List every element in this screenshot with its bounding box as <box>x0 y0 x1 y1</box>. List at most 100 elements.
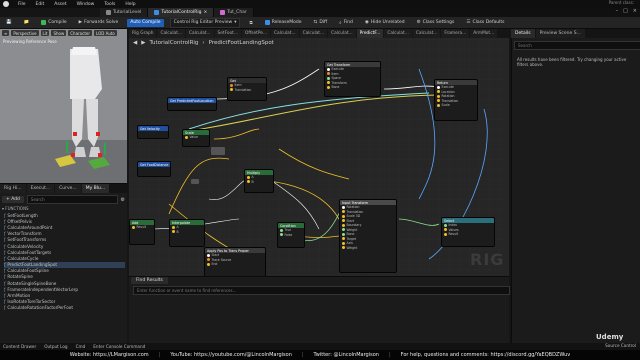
breadcrumb-current: PredictFootLandingSpot <box>208 40 274 46</box>
tab-graph[interactable]: Calculat... <box>384 29 412 38</box>
tab-curve-container[interactable]: Curve... <box>55 184 81 193</box>
graph-node[interactable]: Select Index Values Result <box>441 217 495 247</box>
graph-node[interactable]: Get FootDistance <box>137 161 171 177</box>
graph-node[interactable]: Multiply A B <box>244 169 274 193</box>
breadcrumb-root[interactable]: TutorialControlRig <box>149 40 198 46</box>
add-button[interactable]: + Add <box>2 196 24 203</box>
footer-website: Website: https://LMargison.com <box>69 352 149 358</box>
content-drawer-button[interactable]: Content Drawer <box>3 344 36 349</box>
menu-window[interactable]: Window <box>77 2 95 7</box>
tab-my-blueprint[interactable]: My Blu... <box>81 184 110 193</box>
compile-button[interactable]: Compile <box>38 19 69 27</box>
tab-graph[interactable]: Calculat... <box>412 29 441 38</box>
eye-icon: ◉ <box>364 20 369 25</box>
tab-execution-stack[interactable]: Execut... <box>26 184 55 193</box>
reroute-node[interactable] <box>211 147 225 155</box>
details-search-input[interactable]: Search <box>514 41 640 50</box>
graph-node[interactable]: Add Result <box>129 219 155 245</box>
parent-class-label: Parent class: <box>608 0 634 5</box>
gear-icon[interactable]: ⚙ <box>121 197 125 203</box>
preview-dropdown[interactable]: Control Rig Editor Preview ▾ <box>169 17 241 28</box>
node-header: Get Velocity <box>138 126 168 131</box>
reroute-node[interactable] <box>191 179 199 184</box>
preview-viewport[interactable] <box>0 29 127 183</box>
lit-button[interactable]: Lit <box>40 30 50 36</box>
close-window-icon[interactable]: × <box>633 8 637 14</box>
tab-graph[interactable]: Calculat... <box>271 29 299 38</box>
class-settings-button[interactable]: ⚙ Class Settings <box>414 19 458 27</box>
graph-node[interactable]: Condition True False <box>277 222 305 248</box>
close-icon[interactable]: × <box>203 10 207 15</box>
footer-youtube: YouTube: https://youtube.com/@LincolnMar… <box>170 352 292 358</box>
tab-graph[interactable]: Framera... <box>441 29 470 38</box>
tab-rig-hierarchy[interactable]: Rig Hi... <box>0 184 26 193</box>
graph-node[interactable]: Interpolate A B <box>169 219 205 247</box>
class-defaults-button[interactable]: ☰ Class Defaults <box>463 19 507 27</box>
frame-icon[interactable]: ⧉ <box>246 19 255 27</box>
menu-edit[interactable]: Edit <box>36 2 45 7</box>
auto-compile-toggle[interactable]: Auto Compile <box>127 18 164 27</box>
menu-tools[interactable]: Tools <box>104 2 115 7</box>
graph-node[interactable]: Return Execute Location Rotation Transla… <box>434 79 478 121</box>
graph-node[interactable]: Get Transform Execute Item Space Transfo… <box>324 61 381 97</box>
tab-graph[interactable]: Calculat... <box>157 29 185 38</box>
show-button[interactable]: Show <box>51 30 67 36</box>
find-button[interactable]: ⌕ Find <box>336 19 356 27</box>
tab-details[interactable]: Details <box>511 29 535 38</box>
tab-rig-graph[interactable]: Rig Graph <box>129 29 157 38</box>
tab-preview-scene-settings[interactable]: Preview Scene S... <box>535 29 585 38</box>
menu-bar: File Edit Asset Window Tools Help <box>0 0 136 8</box>
tab-graph[interactable]: ArmMot... <box>470 29 498 38</box>
menu-asset[interactable]: Asset <box>54 2 66 7</box>
graph-node[interactable]: Get Item Translation <box>227 77 267 101</box>
tab-tutorial-level[interactable]: TutorialLevel <box>100 8 149 17</box>
lod-button[interactable]: LOD Auto <box>94 30 117 36</box>
release-mode-button[interactable]: ReleaseMode <box>262 19 305 27</box>
graph-node[interactable]: Get Velocity <box>137 125 169 139</box>
tab-graph[interactable]: Calculat... <box>328 29 356 38</box>
back-arrow-icon[interactable]: ◀ <box>133 40 137 46</box>
tab-graph[interactable]: SetFoot... <box>214 29 241 38</box>
tab-graph[interactable]: OffsetPe... <box>241 29 271 38</box>
find-results-tab[interactable]: Find Results <box>131 277 168 284</box>
tab-graph[interactable]: Calculat... <box>185 29 214 38</box>
function-icon: ƒ <box>4 237 6 243</box>
console-input[interactable]: Enter Console Command <box>93 344 145 349</box>
forward-arrow-icon[interactable]: ▶ <box>141 40 145 46</box>
source-control-button[interactable]: Source Control <box>605 343 636 348</box>
output-log-button[interactable]: Output Log <box>44 344 67 349</box>
perspective-button[interactable]: Perspective <box>11 30 39 36</box>
forwards-solve-button[interactable]: ▶ Forwards Solve <box>76 19 122 27</box>
function-icon: ƒ <box>4 299 6 305</box>
graph-node[interactable]: Get PredictedFootLocation <box>167 97 217 111</box>
graph-node[interactable]: Input Transform Rotation Translation Sca… <box>339 199 397 273</box>
character-button[interactable]: Character <box>68 30 92 36</box>
cmd-dropdown[interactable]: Cmd <box>76 344 86 349</box>
function-item[interactable]: ƒ CalculateRotationFactorPerFoot <box>4 305 125 311</box>
diff-button[interactable]: ⇆ Diff <box>311 19 331 27</box>
tab-graph[interactable]: Calculat... <box>299 29 328 38</box>
hide-unrelated-button[interactable]: ◉ Hide Unrelated <box>362 19 408 27</box>
rig-graph-canvas[interactable]: Get Item Translation Get Transform Execu… <box>129 29 509 276</box>
tab-tutorial-control-rig[interactable]: TutorialControlRig × <box>148 8 215 17</box>
menu-file[interactable]: File <box>18 2 26 7</box>
rig-watermark: RIG <box>470 250 505 269</box>
save-icon[interactable]: 💾 <box>3 19 15 27</box>
blueprint-search-input[interactable]: Search <box>26 195 118 204</box>
graph-node[interactable]: Scale Value <box>182 129 210 147</box>
details-empty-message: All results have been filtered. Try chan… <box>517 57 627 67</box>
tab-tut-char[interactable]: Tut_Char <box>214 8 254 17</box>
maximize-icon[interactable]: □ <box>623 8 628 14</box>
graph-node[interactable]: Apply Pos to Trans Proper Start Trace So… <box>204 247 266 276</box>
functions-header[interactable]: ▾ FUNCTIONS <box>2 206 29 211</box>
viewport-options-button[interactable]: ≡ <box>2 30 10 36</box>
menu-help[interactable]: Help <box>125 2 135 7</box>
control-rig-icon <box>154 10 160 15</box>
udemy-watermark: Udemy <box>596 333 624 341</box>
browse-icon[interactable]: 📁 <box>21 19 33 27</box>
minimize-icon[interactable]: – <box>616 8 619 14</box>
tab-predict-foot[interactable]: PredictF... <box>356 29 384 38</box>
find-results-input[interactable]: Enter function or event name to find ref… <box>133 286 510 295</box>
gear-icon: ⚙ <box>416 20 421 25</box>
main-toolbar: 💾 📁 Compile ▶ Forwards Solve Auto Compile… <box>0 17 640 29</box>
